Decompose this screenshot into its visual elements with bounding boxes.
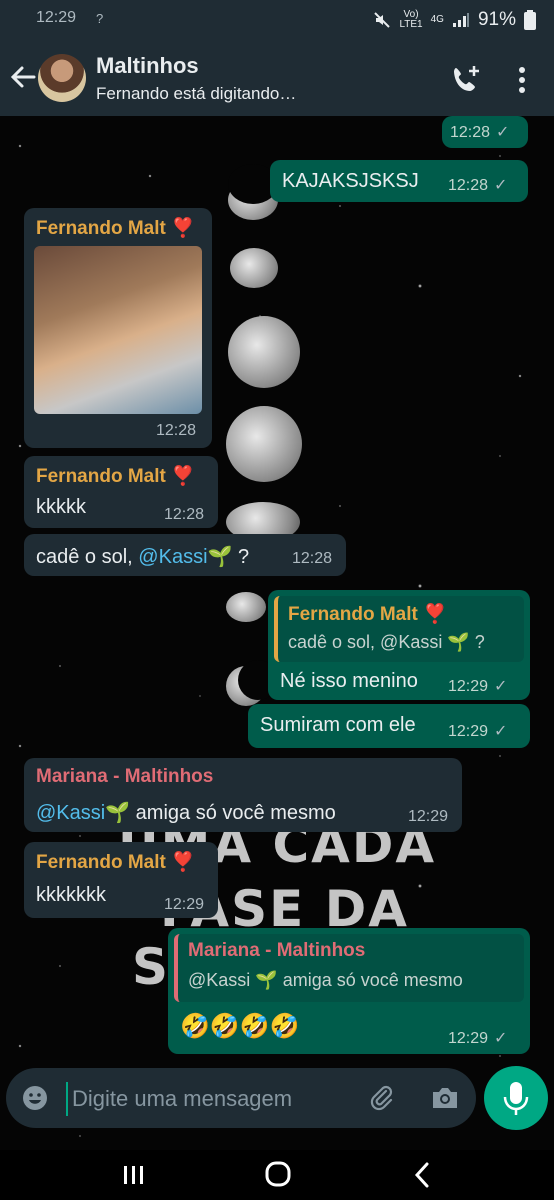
moon-phase-decoration [228,316,300,388]
message-time: 12:29 ✓ [448,676,507,696]
message-bubble-in[interactable]: Fernando Malt ❣️ 12:28 [24,208,212,448]
time-text: 12:28 [450,124,491,141]
sender-name: Fernando Malt ❣️ [36,466,195,487]
sender-name: Mariana - Maltinhos [36,766,214,787]
sender-name: Fernando Malt ❣️ [36,218,195,239]
read-check-icon: ✓ [496,124,510,141]
message-bubble-out[interactable]: 12:28 ✓ [442,116,528,148]
quoted-sender: Fernando Malt ❣️ [288,604,447,625]
status-right: Vo) LTE1 4G 91% [373,9,536,31]
status-network-unknown: ? [96,11,104,26]
signal-icon [452,13,469,27]
message-time: 12:28 [164,506,205,523]
message-time: 12:29 ✓ [448,721,507,741]
message-time: 12:28 [292,550,333,567]
message-time: 12:29 [164,896,205,913]
message-bubble-out[interactable]: Sumiram com ele 12:29 ✓ [248,704,530,748]
chat-title[interactable]: Maltinhos [96,53,199,79]
quoted-text: @Kassi 🌱 amiga só você mesmo [188,970,463,990]
time-text: 12:29 [448,1030,489,1047]
read-check-icon: ✓ [494,723,508,740]
mute-icon [374,12,391,28]
moon-phase-decoration [230,248,278,288]
text-prefix: cadê o sol, [36,546,139,568]
message-text: 🤣🤣🤣🤣 [180,1013,300,1040]
message-text: kkkkk [36,496,86,518]
status-bar: 12:29 ? Vo) LTE1 4G 91% [0,0,554,40]
battery-percent: 91% [477,9,516,30]
message-text: @Kassi🌱 amiga só você mesmo [36,800,336,825]
typing-status: Fernando está digitando… [96,84,297,103]
emoji-icon[interactable] [22,1085,48,1111]
status-time: 12:29 [36,9,77,26]
message-text: Né isso menino [280,670,418,692]
attach-icon[interactable] [368,1084,396,1112]
message-text: cadê o sol, @Kassi🌱 ? [36,544,249,569]
moon-phase-decoration [226,592,266,622]
message-bubble-in[interactable]: Fernando Malt ❣️ kkkkk 12:28 [24,456,218,528]
more-options-icon[interactable] [512,64,532,96]
message-bubble-in[interactable]: Mariana - Maltinhos @Kassi🌱 amiga só voc… [24,758,462,832]
home-icon[interactable] [258,1158,298,1192]
time-text: 12:29 [448,678,489,695]
read-check-icon: ✓ [494,678,508,695]
lte-label: LTE1 [399,19,423,30]
message-text: Sumiram com ele [260,714,416,736]
camera-icon[interactable] [430,1084,460,1112]
message-bubble-in[interactable]: cadê o sol, @Kassi🌱 ? 12:28 [24,534,346,576]
network-type: 4G [430,14,444,25]
time-text: 12:29 [448,723,489,740]
message-bubble-out[interactable]: Fernando Malt ❣️ cadê o sol, @Kassi 🌱 ? … [268,590,530,700]
message-time: 12:29 [408,808,449,825]
message-text: KAJAKSJSKSJ [282,170,419,192]
quoted-text: cadê o sol, @Kassi 🌱 ? [288,632,485,652]
message-bubble-in[interactable]: Fernando Malt ❣️ kkkkkkk 12:29 [24,842,218,918]
read-check-icon: ✓ [494,177,508,194]
recents-icon[interactable] [114,1158,154,1192]
add-call-icon[interactable] [450,64,482,96]
message-time: 12:29 ✓ [448,1028,507,1048]
message-text: kkkkkkk [36,884,106,906]
quoted-message[interactable]: Fernando Malt ❣️ cadê o sol, @Kassi 🌱 ? [274,596,524,662]
message-time: 12:28 ✓ [450,122,509,142]
message-composer [6,1068,476,1128]
message-bubble-out[interactable]: Mariana - Maltinhos @Kassi 🌱 amiga só vo… [168,928,530,1054]
read-check-icon: ✓ [494,1030,508,1047]
message-time: 12:28 [156,422,197,439]
back-arrow-icon[interactable] [8,62,38,92]
message-input[interactable] [66,1082,364,1116]
message-bubble-out[interactable]: KAJAKSJSKSJ 12:28 ✓ [270,160,528,202]
mention-link[interactable]: @Kassi🌱 [36,802,130,824]
shared-photo[interactable] [34,246,202,414]
battery-icon [524,10,536,30]
mention-link[interactable]: @Kassi🌱 [138,546,232,568]
text-suffix: amiga só você mesmo [130,802,336,824]
time-text: 12:28 [448,177,489,194]
text-suffix: ? [232,546,250,568]
moon-phase-decoration [226,406,302,482]
voice-record-button[interactable] [484,1066,548,1130]
sender-name: Fernando Malt ❣️ [36,852,195,873]
group-avatar[interactable] [38,54,86,102]
chat-header: Maltinhos Fernando está digitando… [0,40,554,116]
chat-area[interactable]: UMA CADA FASE DA S 12:28 ✓ KAJAKSJSKSJ 12… [0,116,554,1150]
quoted-sender: Mariana - Maltinhos [188,940,366,961]
wallpaper-text-line3: S [132,938,171,996]
system-nav-bar [0,1150,554,1200]
message-time: 12:28 ✓ [448,175,507,195]
volte-indicator: Vo) LTE1 [399,10,422,30]
mic-icon [503,1082,529,1115]
nav-back-icon[interactable] [402,1158,442,1192]
quoted-message[interactable]: Mariana - Maltinhos @Kassi 🌱 amiga só vo… [174,934,524,1002]
